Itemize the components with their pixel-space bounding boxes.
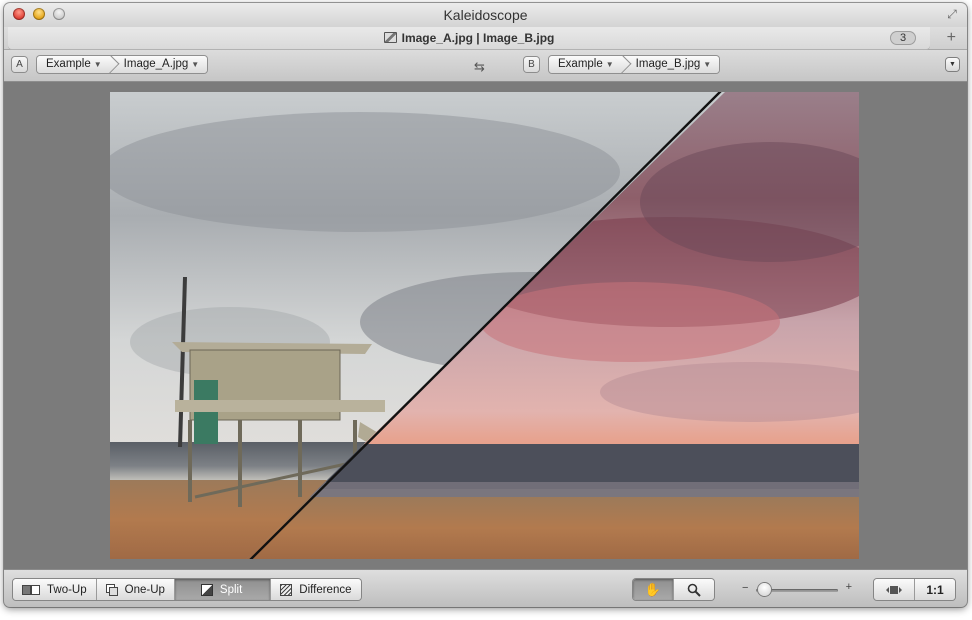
fit-segmented-control: 1:1 — [874, 579, 955, 600]
chevron-down-icon: ▼ — [191, 60, 200, 69]
zoom-in-icon[interactable]: + — [846, 581, 852, 593]
hand-icon: ✋ — [644, 581, 662, 597]
fit-to-window-icon — [886, 585, 902, 594]
tab-bar: Image_A.jpg | Image_B.jpg 3 + — [4, 27, 967, 50]
two-up-label: Two-Up — [47, 583, 87, 596]
hand-tool-button[interactable]: ✋ — [633, 579, 674, 600]
two-up-button[interactable]: Two-Up — [13, 579, 97, 600]
tab-comparison[interactable]: Image_A.jpg | Image_B.jpg 3 — [8, 27, 930, 49]
split-label: Split — [219, 583, 243, 596]
split-button[interactable]: Split — [174, 579, 272, 600]
split-icon — [200, 583, 213, 596]
breadcrumb-b-file-label: Image_B.jpg — [635, 58, 701, 70]
view-mode-segmented-control: Two-Up One-Up Split Difference — [13, 579, 361, 600]
image-file-icon — [383, 32, 397, 43]
tab-title: Image_A.jpg | Image_B.jpg — [8, 31, 930, 45]
zoom-slider[interactable]: − + — [742, 580, 852, 600]
zoom-out-icon[interactable]: − — [742, 582, 748, 594]
breadcrumb-a-folder[interactable]: Example ▼ — [37, 56, 110, 73]
split-image — [110, 92, 859, 559]
difference-button[interactable]: Difference — [271, 579, 360, 600]
zoom-tool-button[interactable] — [674, 579, 714, 600]
difference-icon — [280, 583, 293, 596]
swap-arrows-icon[interactable]: ⇆ — [474, 59, 485, 75]
tool-segmented-control: ✋ — [633, 579, 714, 600]
breadcrumb-b: Example ▼ Image_B.jpg ▼ — [549, 56, 720, 73]
fullscreen-icon[interactable]: ⤢ — [945, 7, 959, 21]
bottom-toolbar: Two-Up One-Up Split Difference ✋ − + 1:1 — [4, 569, 967, 607]
path-bar: A Example ▼ Image_A.jpg ▼ ⇆ B Example ▼ Ima… — [4, 50, 967, 82]
chevron-down-icon: ▼ — [703, 60, 712, 69]
tab-count-badge: 3 — [890, 31, 916, 45]
kaleidoscope-window: Kaleidoscope ⤢ Image_A.jpg | Image_B.jpg… — [4, 3, 967, 607]
two-up-icon — [22, 584, 40, 595]
breadcrumb-a-file-label: Image_A.jpg — [123, 58, 189, 70]
difference-label: Difference — [299, 583, 352, 596]
fit-to-window-button[interactable] — [874, 579, 915, 600]
breadcrumb-b-folder-label: Example — [558, 58, 603, 70]
actual-size-button[interactable]: 1:1 — [915, 579, 955, 600]
options-menu-button[interactable]: ▼ — [946, 58, 959, 71]
breadcrumb-a: Example ▼ Image_A.jpg ▼ — [37, 56, 208, 73]
one-up-label: One-Up — [124, 583, 165, 596]
comparison-canvas — [4, 82, 967, 569]
one-up-button[interactable]: One-Up — [97, 579, 175, 600]
side-a-badge[interactable]: A — [12, 57, 27, 72]
zoom-knob[interactable] — [757, 583, 771, 596]
title-bar: Kaleidoscope ⤢ — [4, 3, 967, 27]
one-up-icon — [105, 584, 118, 596]
image-comparison[interactable] — [110, 92, 859, 559]
breadcrumb-a-folder-label: Example — [46, 58, 91, 70]
tab-title-text: Image_A.jpg | Image_B.jpg — [401, 31, 555, 45]
breadcrumb-b-folder[interactable]: Example ▼ — [549, 56, 622, 73]
breadcrumb-a-file[interactable]: Image_A.jpg ▼ — [110, 56, 208, 73]
magnifier-icon — [687, 583, 701, 597]
plus-icon[interactable]: + — [947, 29, 956, 47]
side-b-badge[interactable]: B — [524, 57, 539, 72]
breadcrumb-b-file[interactable]: Image_B.jpg ▼ — [622, 56, 720, 73]
window-title: Kaleidoscope — [443, 7, 528, 23]
